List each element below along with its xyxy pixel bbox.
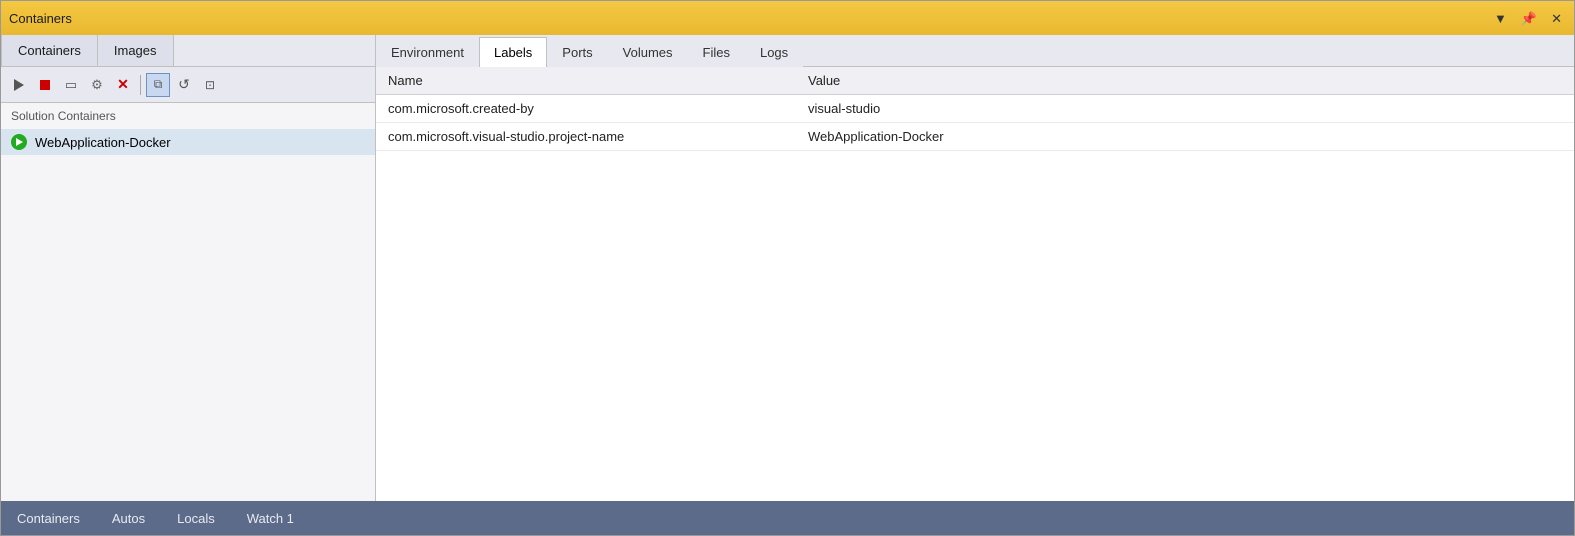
- col-header-name: Name: [376, 67, 796, 95]
- title-bar: Containers ▼ 📌 ✕: [1, 1, 1574, 35]
- dropdown-button[interactable]: ▼: [1490, 10, 1511, 27]
- bottom-tab-containers[interactable]: Containers: [1, 501, 96, 535]
- tab-ports[interactable]: Ports: [547, 37, 607, 67]
- terminal-button[interactable]: ▭: [59, 73, 83, 97]
- container-item[interactable]: WebApplication-Docker: [1, 129, 375, 155]
- left-panel: Containers Images ▭ ⚙: [1, 35, 376, 501]
- copy-button[interactable]: ⧉: [146, 73, 170, 97]
- detail-tab-bar: Environment Labels Ports Volumes Files L…: [376, 35, 1574, 67]
- window-title: Containers: [9, 11, 72, 26]
- monitor-icon: ▭: [65, 77, 77, 93]
- refresh-button[interactable]: ↺: [172, 73, 196, 97]
- col-header-value: Value: [796, 67, 1574, 95]
- gear-icon: ⚙: [91, 77, 103, 93]
- tab-images[interactable]: Images: [98, 35, 174, 66]
- settings-button[interactable]: ⚙: [85, 73, 109, 97]
- stop-icon: [40, 80, 50, 90]
- toolbar-separator: [140, 75, 141, 95]
- x-icon: ✕: [117, 76, 129, 93]
- tab-labels[interactable]: Labels: [479, 37, 547, 67]
- copy2-button[interactable]: ⊡: [198, 73, 222, 97]
- table-area: Name Value com.microsoft.created-by visu…: [376, 67, 1574, 501]
- play-icon: [14, 79, 24, 91]
- stop-button[interactable]: [33, 73, 57, 97]
- bottom-tab-locals[interactable]: Locals: [161, 501, 231, 535]
- main-window: Containers ▼ 📌 ✕ Containers Images: [0, 0, 1575, 536]
- solution-label: Solution Containers: [1, 103, 375, 129]
- right-panel: Environment Labels Ports Volumes Files L…: [376, 35, 1574, 501]
- container-list: WebApplication-Docker: [1, 129, 375, 501]
- label-name-1: com.microsoft.visual-studio.project-name: [376, 123, 796, 151]
- tab-containers[interactable]: Containers: [1, 35, 98, 66]
- tab-files[interactable]: Files: [688, 37, 745, 67]
- tab-environment[interactable]: Environment: [376, 37, 479, 67]
- tab-volumes[interactable]: Volumes: [608, 37, 688, 67]
- main-area: Containers Images ▭ ⚙: [1, 35, 1574, 501]
- label-name-0: com.microsoft.created-by: [376, 95, 796, 123]
- top-tab-bar: Containers Images: [1, 35, 375, 67]
- copy2-icon: ⊡: [205, 78, 215, 92]
- refresh-icon: ↺: [178, 76, 190, 93]
- toolbar: ▭ ⚙ ✕ ⧉ ↺ ⊡: [1, 67, 375, 103]
- table-row: com.microsoft.visual-studio.project-name…: [376, 123, 1574, 151]
- play-button[interactable]: [7, 73, 31, 97]
- table-row: com.microsoft.created-by visual-studio: [376, 95, 1574, 123]
- pin-button[interactable]: 📌: [1517, 10, 1541, 27]
- label-value-1: WebApplication-Docker: [796, 123, 1574, 151]
- status-running-icon: [11, 134, 27, 150]
- play-triangle-icon: [16, 138, 23, 146]
- copy-icon: ⧉: [154, 77, 163, 92]
- container-name: WebApplication-Docker: [35, 135, 171, 150]
- label-value-0: visual-studio: [796, 95, 1574, 123]
- bottom-tab-watch1[interactable]: Watch 1: [231, 501, 310, 535]
- tab-logs[interactable]: Logs: [745, 37, 803, 67]
- title-bar-controls: ▼ 📌 ✕: [1490, 10, 1566, 27]
- labels-table: Name Value com.microsoft.created-by visu…: [376, 67, 1574, 151]
- close-button[interactable]: ✕: [1547, 10, 1566, 27]
- bottom-tab-bar: Containers Autos Locals Watch 1: [1, 501, 1574, 535]
- delete-button[interactable]: ✕: [111, 73, 135, 97]
- bottom-tab-autos[interactable]: Autos: [96, 501, 161, 535]
